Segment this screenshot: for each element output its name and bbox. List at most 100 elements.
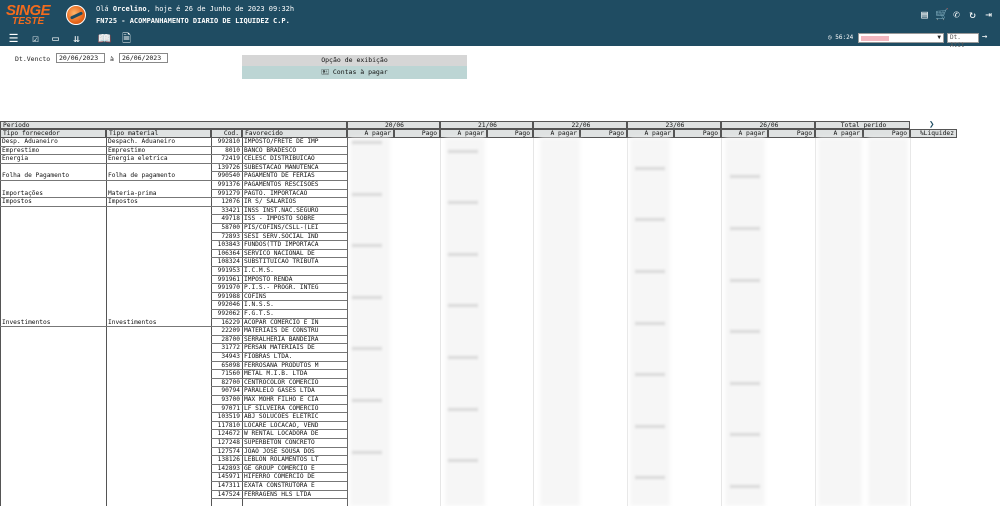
- cell-tipo-fornecedor: [0, 258, 106, 267]
- column-divider: [627, 138, 628, 506]
- cell-tipo-fornecedor: [0, 164, 106, 173]
- row-divider: [211, 498, 347, 500]
- col-favorecido: Favorecido: [242, 129, 347, 138]
- cell-tipo-material: [106, 215, 211, 224]
- cell-tipo-material: [106, 181, 211, 190]
- cell-tipo-fornecedor: [0, 413, 106, 422]
- cell-tipo-material: [106, 258, 211, 267]
- redacted-values-column: [725, 138, 765, 506]
- document-icon[interactable]: ▤: [919, 9, 930, 20]
- cell-tipo-material: [106, 387, 211, 396]
- window-icon[interactable]: ▭: [47, 32, 64, 45]
- chevron-down-icon: ▼: [937, 34, 941, 41]
- redacted-value: [730, 433, 760, 437]
- redacted-value: [730, 278, 760, 282]
- sub-header-pago: Pago: [487, 129, 533, 138]
- redacted-value: [730, 381, 760, 385]
- cell-tipo-material: [106, 465, 211, 474]
- cell-tipo-fornecedor: [0, 207, 106, 216]
- cell-tipo-material: [106, 491, 211, 500]
- redacted-values-column: [818, 138, 862, 506]
- cell-tipo-material: [106, 327, 211, 336]
- book-icon[interactable]: 📖: [96, 32, 113, 45]
- redacted-value: [352, 192, 382, 196]
- redacted-value: [635, 321, 665, 325]
- redacted-values-column: [540, 138, 580, 506]
- cell-tipo-material: [106, 336, 211, 345]
- logout-door-icon[interactable]: ⇥: [983, 9, 994, 20]
- cell-tipo-material: [106, 482, 211, 491]
- cell-tipo-fornecedor: [0, 439, 106, 448]
- cell-tipo-fornecedor: [0, 344, 106, 353]
- redacted-value: [352, 347, 382, 351]
- session-timer: ◷ 56:24: [828, 34, 854, 41]
- redacted-value: [448, 407, 478, 411]
- checklist-icon[interactable]: ☑: [27, 32, 44, 45]
- date-col-header: 22/06: [533, 121, 627, 129]
- date-col-header: 21/06: [440, 121, 533, 129]
- refresh-date-button[interactable]: Dt. Atit: [947, 33, 979, 49]
- column-divider: [347, 138, 348, 506]
- redacted-value: [635, 424, 665, 428]
- redacted-value: [730, 330, 760, 334]
- arrow-right-icon[interactable]: →: [982, 32, 987, 42]
- date-col-header: 26/06: [721, 121, 815, 129]
- cell-tipo-fornecedor: [0, 491, 106, 500]
- sub-header-pago: Pago: [768, 129, 815, 138]
- redacted-value: [352, 450, 382, 454]
- cell-tipo-material: [106, 448, 211, 457]
- redacted-value: [352, 399, 382, 402]
- redacted-value: [352, 295, 382, 299]
- cell-tipo-material: [106, 267, 211, 276]
- cell-tipo-fornecedor: [0, 448, 106, 457]
- cell-tipo-material: [106, 413, 211, 422]
- collapse-icon[interactable]: ⇊: [68, 32, 85, 45]
- cell-tipo-fornecedor: [0, 181, 106, 190]
- sub-header-a-pagar: À pagar: [533, 129, 580, 138]
- cell-tipo-fornecedor: [0, 473, 106, 482]
- redacted-value: [635, 166, 665, 170]
- sub-header-pago: Pago: [580, 129, 627, 138]
- cell-tipo-fornecedor: [0, 430, 106, 439]
- cart-icon[interactable]: 🛒: [935, 9, 949, 20]
- cell-tipo-fornecedor: [0, 482, 106, 491]
- sub-header-pago: Pago: [394, 129, 440, 138]
- cell-tipo-fornecedor: [0, 422, 106, 431]
- redacted-value: [635, 218, 665, 222]
- phone-icon[interactable]: ✆: [951, 9, 962, 20]
- sub-header-pago: Pago: [674, 129, 721, 138]
- cell-tipo-material: [106, 473, 211, 482]
- sub-header-a-pagar: À pagar: [815, 129, 863, 138]
- redacted-value: [448, 252, 478, 256]
- redacted-value: [861, 36, 889, 41]
- cell-tipo-fornecedor: [0, 465, 106, 474]
- cell-tipo-fornecedor: [0, 267, 106, 276]
- pdf-icon[interactable]: 🗎: [118, 32, 135, 45]
- redacted-value: [448, 149, 478, 153]
- display-option-value[interactable]: 🖭 Contas à pagar: [242, 66, 467, 79]
- singe-logo[interactable]: SINGE TESTE: [4, 2, 64, 29]
- date-separator: à: [110, 55, 114, 63]
- date-to-field[interactable]: 26/06/2023: [119, 53, 168, 63]
- greeting: Olá Orcelino, hoje é 26 de Junho de 2023…: [96, 5, 295, 13]
- app-header: SINGE TESTE Olá Orcelino, hoje é 26 de J…: [0, 0, 1000, 31]
- list-icon[interactable]: ☰: [5, 32, 22, 45]
- redacted-value: [352, 141, 382, 144]
- cell-tipo-material: [106, 284, 211, 293]
- redacted-value: [635, 476, 665, 480]
- page-title: FN725 - ACOMPANHAMENTO DIARIO DE LIQUIDE…: [96, 17, 290, 25]
- refresh-icon[interactable]: ↻: [967, 9, 978, 20]
- cell-tipo-fornecedor: [0, 370, 106, 379]
- cell-tipo-fornecedor: [0, 379, 106, 388]
- cell-tipo-material: [106, 405, 211, 414]
- cell-tipo-fornecedor: [0, 336, 106, 345]
- column-divider: [440, 138, 441, 506]
- date-from-field[interactable]: 20/06/2023: [56, 53, 105, 63]
- total-col-header: Total perido: [815, 121, 910, 129]
- redacted-values-column: [868, 138, 908, 506]
- cell-tipo-material: [106, 370, 211, 379]
- cell-tipo-material: [106, 430, 211, 439]
- company-select[interactable]: ▼: [858, 33, 944, 43]
- cell-tipo-fornecedor: [0, 276, 106, 285]
- cell-tipo-material: [106, 439, 211, 448]
